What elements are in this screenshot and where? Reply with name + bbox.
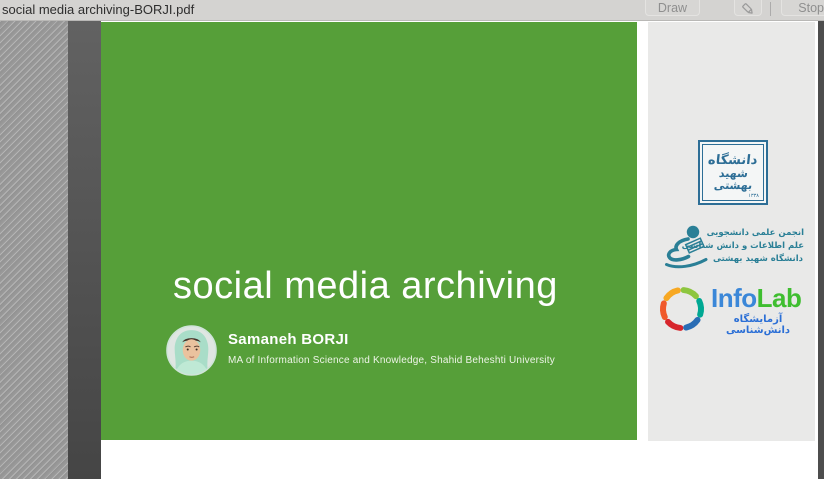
infolab-info-text: Info xyxy=(711,283,757,313)
association-line-1: انجمن علمی دانشجویی xyxy=(712,227,804,240)
student-association-logo: انجمن علمی دانشجویی علم اطلاعات و دانش ش… xyxy=(662,222,807,274)
association-line-3: دانشگاه شهید بهشتی xyxy=(712,253,804,266)
shahid-beheshti-university-emblem: دانشگاه شهید بهشتی ۱۳۳۸ xyxy=(698,140,768,205)
author-avatar xyxy=(166,325,217,376)
pdf-slide-page: social media archiving xyxy=(101,21,818,479)
pencil-icon xyxy=(741,5,755,19)
draw-button[interactable]: Draw xyxy=(645,0,700,16)
document-title-bar: social media archiving-BORJI.pdf Draw St… xyxy=(0,0,824,21)
slide-title: social media archiving xyxy=(173,265,633,308)
screen-share-window: social media archiving-BORJI.pdf Draw St… xyxy=(0,0,824,479)
emblem-year: ۱۳۳۸ xyxy=(748,193,759,199)
annotation-pencil-button[interactable] xyxy=(734,0,762,16)
author-name: Samaneh BORJI xyxy=(228,331,555,348)
slide-logo-panel: دانشگاه شهید بهشتی ۱۳۳۸ xyxy=(648,22,815,441)
toolbar-separator xyxy=(770,2,771,16)
university-emblem-calligraphy: دانشگاه شهید بهشتی ۱۳۳۸ xyxy=(702,144,764,201)
stop-share-button[interactable]: Stop Sha xyxy=(781,0,824,16)
infolab-persian-caption: آزمایشگاه دانش‌شناسی xyxy=(711,314,805,336)
infolab-lab-text: Lab xyxy=(757,283,802,313)
right-dark-strip xyxy=(818,21,824,479)
left-dark-strip xyxy=(68,21,101,479)
hatched-background xyxy=(0,21,68,479)
author-block: Samaneh BORJI MA of Information Science … xyxy=(166,325,555,376)
author-affiliation: MA of Information Science and Knowledge,… xyxy=(228,355,555,366)
author-text: Samaneh BORJI MA of Information Science … xyxy=(228,325,555,366)
document-title: social media archiving-BORJI.pdf xyxy=(2,0,194,20)
infolab-ring-icon xyxy=(656,283,708,340)
association-text: انجمن علمی دانشجویی علم اطلاعات و دانش ش… xyxy=(712,227,804,266)
slide-green-area: social media archiving xyxy=(101,22,637,440)
infolab-logo: InfoLab آزمایشگاه دانش‌شناسی xyxy=(656,281,808,341)
association-line-2: علم اطلاعات و دانش شناسی xyxy=(712,240,804,253)
infolab-wordmark: InfoLab xyxy=(711,283,801,314)
